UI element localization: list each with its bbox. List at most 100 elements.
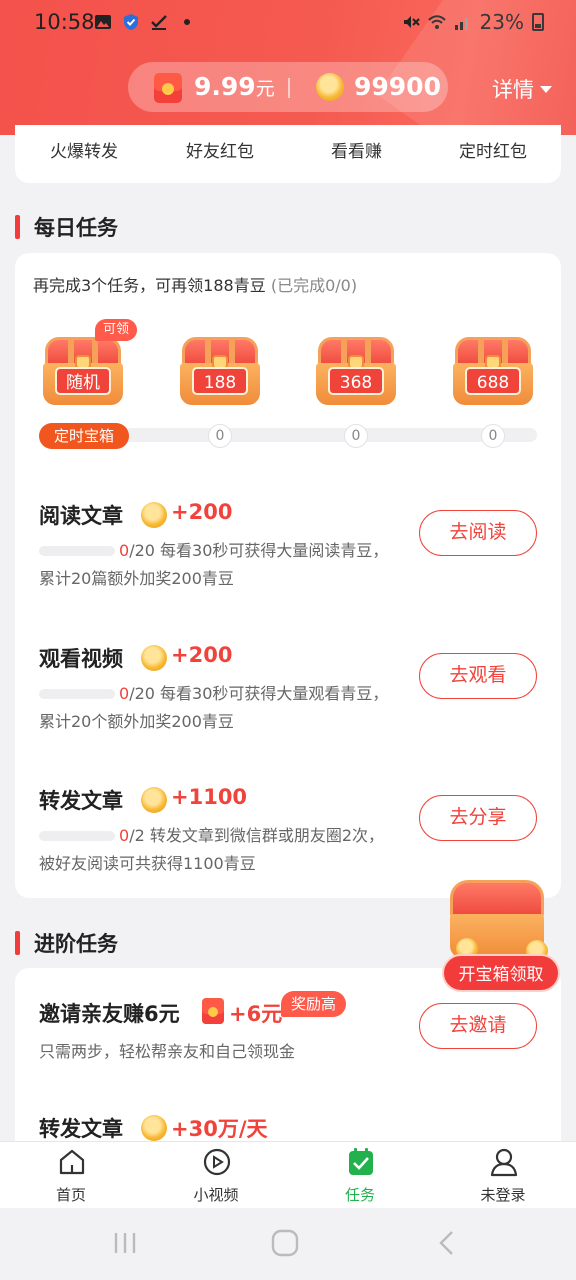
task-done-count: 0 <box>119 684 130 703</box>
advanced-title: 进阶任务 <box>34 932 118 956</box>
timed-chest-button[interactable]: 定时宝箱 <box>39 423 129 449</box>
chest-188[interactable]: 188 <box>178 333 262 409</box>
chest-label: 随机 <box>55 367 111 395</box>
gallery-icon <box>95 15 111 29</box>
task-read-articles: 阅读文章 +200 0/20 每看30秒可获得大量阅读青豆，累计20篇额外加奖2… <box>15 500 561 620</box>
task-reward: +200 <box>171 500 233 524</box>
advanced-section-title: 进阶任务 <box>15 928 118 958</box>
status-notifications <box>94 13 190 31</box>
task-reward: +6元 <box>229 1002 283 1026</box>
nav-label: 未登录 <box>480 1186 526 1204</box>
shortcut-card: 火爆转发 好友红包 看看赚 定时红包 <box>15 125 561 183</box>
task-title: 转发文章 <box>39 789 123 813</box>
red-packet-icon <box>154 73 182 103</box>
header: 10:58 23% 9.99元 99900 详情 <box>0 0 576 135</box>
daily-section-title: 每日任务 <box>15 212 118 242</box>
coin-icon <box>141 1115 167 1141</box>
nav-short-video[interactable]: 小视频 <box>166 1142 266 1209</box>
task-reward: +30万/天 <box>171 1117 268 1141</box>
notification-dot-icon <box>184 19 190 25</box>
task-watch-videos: 观看视频 +200 0/20 每看30秒可获得大量观看青豆，累计20个额外加奖2… <box>15 643 561 763</box>
milestone-368: 0 <box>344 424 368 448</box>
task-icon <box>349 1148 373 1175</box>
chest-label: 368 <box>328 367 384 395</box>
section-bar <box>15 931 20 955</box>
chest-random[interactable]: 随机 <box>41 333 125 409</box>
floating-chest[interactable]: 开宝箱领取 <box>442 880 560 992</box>
nav-label: 任务 <box>344 1186 375 1204</box>
shortcut-friend-redpack[interactable]: 好友红包 <box>186 137 254 162</box>
status-bar: 10:58 23% <box>0 0 576 48</box>
detail-button[interactable]: 详情 <box>492 74 552 104</box>
recent-apps-icon[interactable] <box>110 1228 140 1258</box>
chest-label: 688 <box>465 367 521 395</box>
battery-icon <box>532 13 544 31</box>
daily-hint-progress: (已完成0/0) <box>270 276 358 295</box>
nav-home[interactable]: 首页 <box>21 1142 121 1209</box>
task-reward: +1100 <box>171 785 248 809</box>
chest-label: 188 <box>192 367 248 395</box>
task-title: 转发文章 <box>39 1117 123 1141</box>
user-icon <box>490 1148 518 1177</box>
coin-icon <box>316 73 344 101</box>
coin-icon <box>141 787 167 813</box>
wifi-icon <box>427 15 446 29</box>
task-title: 观看视频 <box>39 647 123 671</box>
daily-hint: 再完成3个任务，可再领188青豆 (已完成0/0) <box>33 276 358 295</box>
balance-pill[interactable]: 9.99元 99900 <box>128 62 448 112</box>
open-chest-button[interactable]: 开宝箱领取 <box>442 954 560 992</box>
divider <box>288 78 290 98</box>
daily-card: 再完成3个任务，可再领188青豆 (已完成0/0) 随机 可领 188 368 … <box>15 253 561 898</box>
daily-title: 每日任务 <box>34 216 118 240</box>
signal-icon <box>454 18 468 30</box>
shortcut-timed-redpack[interactable]: 定时红包 <box>459 137 527 162</box>
status-system: 23% <box>402 10 544 34</box>
go-share-button[interactable]: 去分享 <box>419 795 537 841</box>
claim-badge: 可领 <box>95 319 138 341</box>
red-packet-icon <box>202 998 224 1024</box>
task-reward: +200 <box>171 643 233 667</box>
task-title: 邀请亲友赚6元 <box>39 1002 180 1026</box>
home-button-icon[interactable] <box>270 1228 300 1258</box>
nav-label: 首页 <box>55 1186 86 1204</box>
task-title: 阅读文章 <box>39 504 123 528</box>
back-icon[interactable] <box>432 1228 462 1258</box>
shortcut-hot-share[interactable]: 火爆转发 <box>50 137 118 162</box>
chest-688[interactable]: 688 <box>451 333 535 409</box>
treasure-chest-icon <box>450 880 548 962</box>
bottom-nav: 首页 小视频 任务 未登录 <box>0 1141 576 1208</box>
home-icon <box>59 1149 85 1175</box>
advanced-card: 邀请亲友赚6元 +6元 只需两步，轻松帮亲友和自己领现金 去邀请 奖励高 转发文… <box>15 968 561 1168</box>
go-watch-button[interactable]: 去观看 <box>419 653 537 699</box>
go-invite-button[interactable]: 去邀请 <box>419 1003 537 1049</box>
milestone-188: 0 <box>208 424 232 448</box>
go-read-button[interactable]: 去阅读 <box>419 510 537 556</box>
high-reward-badge: 奖励高 <box>281 991 347 1017</box>
coin-icon <box>141 502 167 528</box>
battery-text: 23% <box>479 10 524 34</box>
task-description: 0/2 转发文章到微信群或朋友圈2次，被好友阅读可共获得1100青豆 <box>39 826 385 873</box>
play-icon <box>203 1148 231 1176</box>
section-bar <box>15 215 20 239</box>
check-icon <box>151 15 167 30</box>
task-description: 只需两步，轻松帮亲友和自己领现金 <box>39 1042 296 1061</box>
nav-profile[interactable]: 未登录 <box>453 1142 553 1209</box>
chest-368[interactable]: 368 <box>314 333 398 409</box>
caret-down-icon <box>540 85 552 93</box>
task-done-count: 0 <box>119 826 130 845</box>
task-description: 0/20 每看30秒可获得大量观看青豆，累计20个额外加奖200青豆 <box>39 684 389 731</box>
shortcut-watch-earn[interactable]: 看看赚 <box>331 137 382 162</box>
system-nav-bar <box>0 1208 576 1280</box>
milestone-688: 0 <box>481 424 505 448</box>
coin-balance: 99900 <box>354 72 441 101</box>
detail-label: 详情 <box>492 78 534 102</box>
mute-icon <box>403 16 420 28</box>
coin-icon <box>141 645 167 671</box>
shield-icon <box>124 14 138 30</box>
task-description: 0/20 每看30秒可获得大量阅读青豆，累计20篇额外加奖200青豆 <box>39 541 389 588</box>
status-time: 10:58 <box>34 10 95 34</box>
nav-tasks[interactable]: 任务 <box>310 1142 410 1209</box>
task-done-count: 0 <box>119 541 130 560</box>
cash-balance: 9.99元 <box>194 72 275 101</box>
nav-label: 小视频 <box>193 1186 239 1204</box>
